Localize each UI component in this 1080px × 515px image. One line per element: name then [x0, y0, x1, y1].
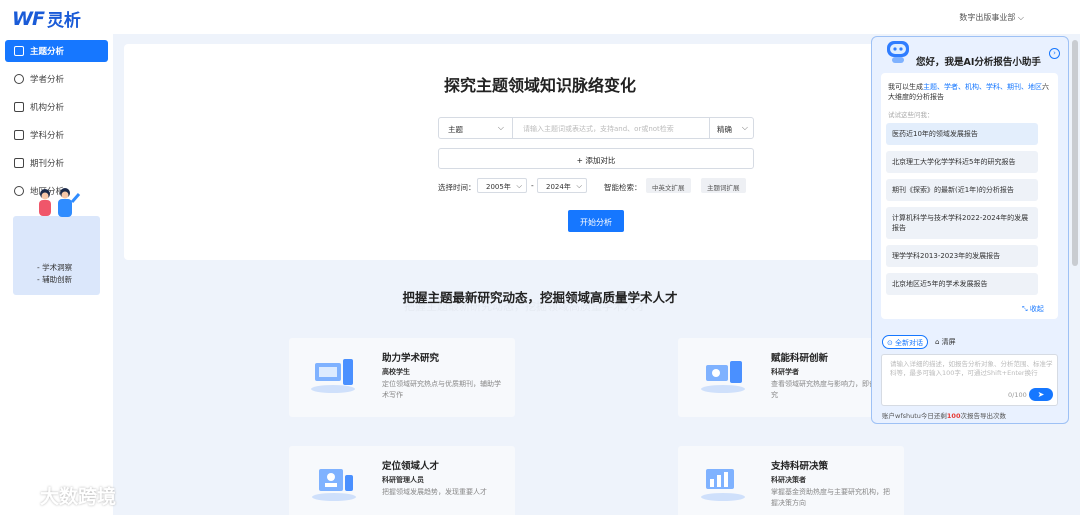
filter-row: 选择时间： 2005年 ⌵ - 2024年 ⌵ 智能检索： 中英文扩展 主题词扩展	[438, 178, 754, 194]
promo-card: - 学术洞察 - 辅助创新	[13, 188, 100, 295]
send-button[interactable]: ➤	[1029, 388, 1053, 401]
watermark-text: 大数跨境	[40, 486, 117, 508]
ai-suggestion[interactable]: 计算机科学与技术学科2022-2024年的发展报告	[886, 207, 1038, 239]
journal-icon	[14, 158, 24, 168]
flask-icon	[14, 130, 24, 140]
time-label: 选择时间：	[438, 183, 476, 192]
end-year-select[interactable]: 2024年 ⌵	[537, 178, 587, 193]
talent-illustration	[312, 469, 356, 501]
location-icon	[14, 186, 24, 196]
match-mode-value: 精确	[717, 125, 732, 134]
ai-message-input[interactable]: 请输入详细的描述，如报告分析对象、分析范围、标准学科等，最多可输入100字，可通…	[881, 354, 1058, 406]
ai-input-placeholder: 请输入详细的描述，如报告分析对象、分析范围、标准学科等，最多可输入100字，可通…	[890, 360, 1053, 377]
logo-wf: WF	[12, 7, 45, 30]
sidebar-item-journal[interactable]: 期刊分析	[5, 152, 108, 174]
ai-intro-dimensions: 主题、学者、机构、学科、期刊、	[923, 83, 1028, 91]
ai-suggestion[interactable]: 理学学科2013-2023年的发展报告	[886, 245, 1038, 267]
chevron-down-icon: ⌵	[576, 181, 582, 190]
chevron-right-icon[interactable]: ›	[1049, 48, 1060, 59]
ai-suggestion[interactable]: 北京理工大学化学学科近5年的研究报告	[886, 151, 1038, 173]
sidebar-item-label: 期刊分析	[30, 159, 65, 169]
decision-illustration	[701, 469, 745, 501]
start-analysis-button[interactable]: 开始分析	[568, 210, 624, 232]
building-icon	[14, 102, 24, 112]
smart-search-label: 智能检索：	[604, 183, 642, 192]
ai-intro: 我可以生成主题、学者、机构、学科、期刊、地区六大维度的分析报告	[888, 82, 1053, 102]
ai-greeting: 您好，我是AI分析报告小助手	[916, 57, 1041, 68]
char-counter: 0/100	[1008, 391, 1027, 399]
watermark-logo-icon	[8, 488, 36, 506]
sidebar-item-discipline[interactable]: 学科分析	[5, 124, 108, 146]
sidebar-item-topic[interactable]: 主题分析	[5, 40, 108, 62]
innovation-illustration	[701, 361, 745, 393]
ai-hint: 试试这些问我：	[888, 111, 934, 119]
sidebar-item-institution[interactable]: 机构分析	[5, 96, 108, 118]
quota-post: 次报告导出次数	[960, 412, 1006, 420]
feature-title: 助力学术研究	[382, 353, 440, 364]
match-mode-select[interactable]: 精确 ⌵	[709, 118, 753, 138]
search-field-select[interactable]: 主题 ⌵	[439, 118, 513, 138]
department-dropdown[interactable]: 数字出版事业部 ⌵	[959, 12, 1024, 23]
year-dash: -	[531, 181, 534, 190]
start-year-select[interactable]: 2005年 ⌵	[477, 178, 527, 193]
feature-audience: 科研决策者	[771, 476, 806, 484]
watermark: 大数跨境	[8, 482, 116, 509]
feature-card[interactable]: 助力学术研究 高校学生 定位领域研究热点与优质期刊，辅助学术写作	[289, 338, 515, 417]
chevron-down-icon: ⌵	[497, 123, 504, 132]
feature-audience: 高校学生	[382, 368, 410, 376]
tag-bilingual-expand[interactable]: 中英文扩展	[646, 178, 691, 193]
quota-count: 100	[946, 412, 961, 420]
quota-pre: 账户wfshutu今日还剩	[882, 412, 947, 420]
feature-desc: 掌握基金资助热度与主要研究机构，把握决策方向	[771, 488, 890, 507]
promo-line: - 学术洞察	[37, 263, 73, 272]
feature-desc: 把握领域发展趋势，发现重要人才	[382, 488, 487, 496]
send-icon: ➤	[1037, 390, 1045, 399]
ai-intro-pre: 我可以生成	[888, 83, 923, 91]
add-compare-button[interactable]: + 添加对比	[438, 148, 754, 169]
feature-audience: 科研学者	[771, 368, 799, 376]
search-bar: 主题 ⌵ 请输入主题词或表达式，支持and、or或not检索 精确 ⌵	[438, 117, 754, 139]
feature-audience: 科研管理人员	[382, 476, 424, 484]
ai-suggestion[interactable]: 期刊《探索》的最新(近1年)的分析报告	[886, 179, 1038, 201]
top-bar: WF 灵析 数字出版事业部 ⌵	[0, 0, 1080, 34]
start-year-value: 2005年	[486, 183, 511, 191]
feature-card[interactable]: 定位领域人才 科研管理人员 把握领域发展趋势，发现重要人才	[289, 446, 515, 515]
collapse-button[interactable]: ⤡ 收起	[1022, 304, 1044, 314]
feature-title: 赋能科研创新	[771, 353, 829, 364]
end-year-value: 2024年	[546, 183, 571, 191]
robot-icon	[887, 41, 909, 63]
logo-text: 灵析	[46, 11, 81, 31]
ai-assistant-panel: 您好，我是AI分析报告小助手 › 我可以生成主题、学者、机构、学科、期刊、地区六…	[871, 36, 1069, 424]
feature-title: 定位领域人才	[382, 461, 440, 472]
sidebar-item-label: 学科分析	[30, 131, 65, 141]
sidebar-item-label: 机构分析	[30, 103, 65, 113]
research-illustration	[311, 359, 355, 393]
clear-screen-button[interactable]: ⌂ 清屏	[935, 337, 956, 347]
search-field-value: 主题	[448, 125, 463, 134]
feature-card[interactable]: 支持科研决策 科研决策者 掌握基金资助热度与主要研究机构，把握决策方向	[678, 446, 904, 515]
feature-desc: 定位领域研究热点与优质期刊，辅助学术写作	[382, 380, 501, 399]
promo-line: - 辅助创新	[37, 275, 73, 284]
feature-title: 支持科研决策	[771, 461, 829, 472]
new-chat-button[interactable]: ⊙ 全新对话	[882, 335, 928, 349]
search-input[interactable]: 请输入主题词或表达式，支持and、or或not检索	[523, 124, 674, 134]
tag-topic-expand[interactable]: 主题词扩展	[701, 178, 746, 193]
chevron-down-icon: ⌵	[516, 181, 522, 190]
chevron-down-icon: ⌵	[741, 123, 748, 132]
page-scrollbar[interactable]	[1072, 40, 1078, 266]
ai-suggestion[interactable]: 医药近10年的领域发展报告	[886, 123, 1038, 145]
people-illustration	[39, 188, 81, 217]
ai-suggestion[interactable]: 北京地区近5年的学术发展报告	[886, 273, 1038, 295]
quota-text: 账户wfshutu今日还剩100次报告导出次数	[882, 410, 1006, 420]
app-logo[interactable]: WF 灵析	[12, 6, 81, 32]
ai-intro-region: 地区	[1028, 83, 1042, 91]
topic-icon	[14, 46, 24, 56]
sidebar-item-label: 主题分析	[30, 47, 65, 57]
